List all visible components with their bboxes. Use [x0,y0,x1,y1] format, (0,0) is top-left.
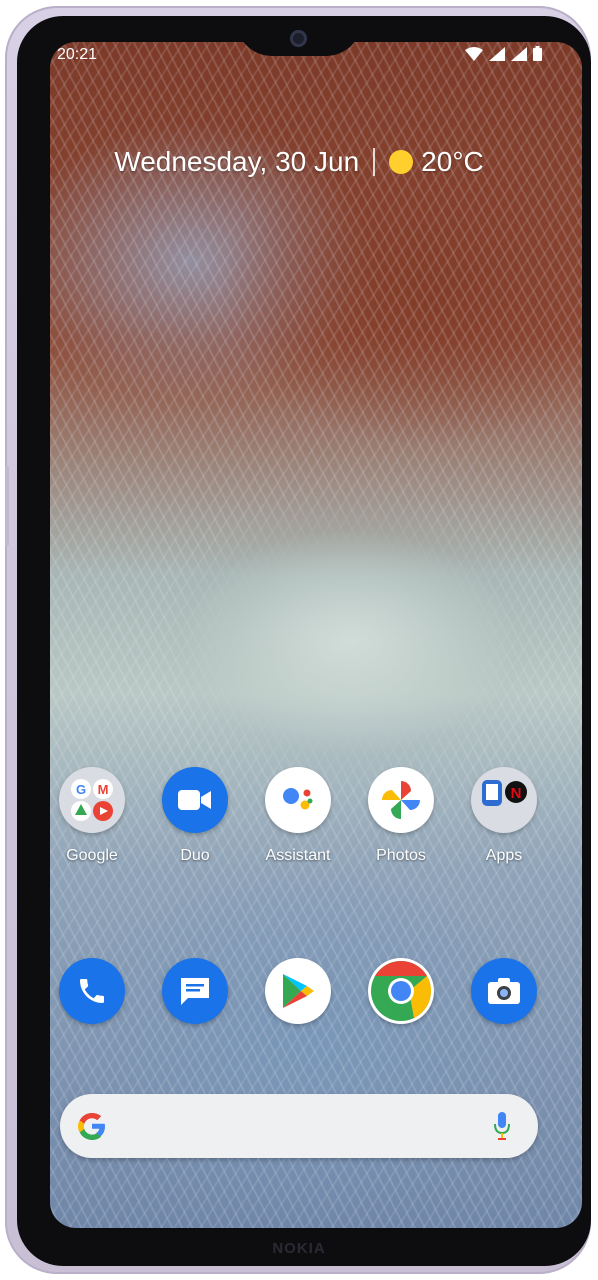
frost-pattern [50,42,582,1228]
front-camera [290,30,307,47]
signal-icon-2 [511,46,527,66]
app-google-folder[interactable]: G M Google [40,767,144,865]
phone-icon [59,958,125,1024]
app-label: Apps [485,847,523,864]
sun-icon [389,150,414,174]
duo-icon [162,767,228,833]
google-folder-icon: G M [59,767,125,833]
status-icons [465,46,542,66]
wifi-icon [465,46,483,66]
mic-icon[interactable] [494,1112,510,1145]
app-label: Assistant [265,847,331,864]
assistant-key [5,466,9,546]
camera-icon [471,958,537,1024]
dock-messages[interactable] [143,958,247,1024]
dock-chrome[interactable] [349,958,453,1024]
app-duo[interactable]: Duo [143,767,247,865]
at-a-glance-widget[interactable]: Wednesday, 30 Jun 20°C [0,146,598,178]
play-store-icon [265,958,331,1024]
app-label: Photos [376,847,426,864]
app-label: Duo [180,847,210,864]
app-apps-folder[interactable]: N Apps [452,767,556,865]
status-time: 20:21 [57,46,98,63]
svg-text:G: G [76,782,86,797]
assistant-icon [265,767,331,833]
battery-icon [533,46,542,66]
svg-text:N: N [511,785,522,802]
signal-icon [489,46,505,66]
brand-logo: NOKIA [272,1240,326,1257]
temperature-text[interactable]: 20°C [421,146,484,178]
dock-phone[interactable] [40,958,144,1024]
app-assistant[interactable]: Assistant [246,767,350,865]
svg-text:M: M [98,782,109,797]
app-label: Google [66,847,118,864]
photos-icon [368,767,434,833]
dock-camera[interactable] [452,958,556,1024]
date-text[interactable]: Wednesday, 30 Jun [114,146,359,178]
home-screen-wallpaper [50,42,582,1228]
google-g-icon [76,1110,108,1147]
app-photos[interactable]: Photos [349,767,453,865]
google-search-bar[interactable] [60,1094,538,1158]
apps-folder-icon: N [471,767,537,833]
dock-play-store[interactable] [246,958,350,1024]
bezel [17,16,591,1266]
phone-frame [5,6,591,1274]
chrome-icon [368,958,434,1024]
divider [373,148,376,176]
messages-icon [162,958,228,1024]
